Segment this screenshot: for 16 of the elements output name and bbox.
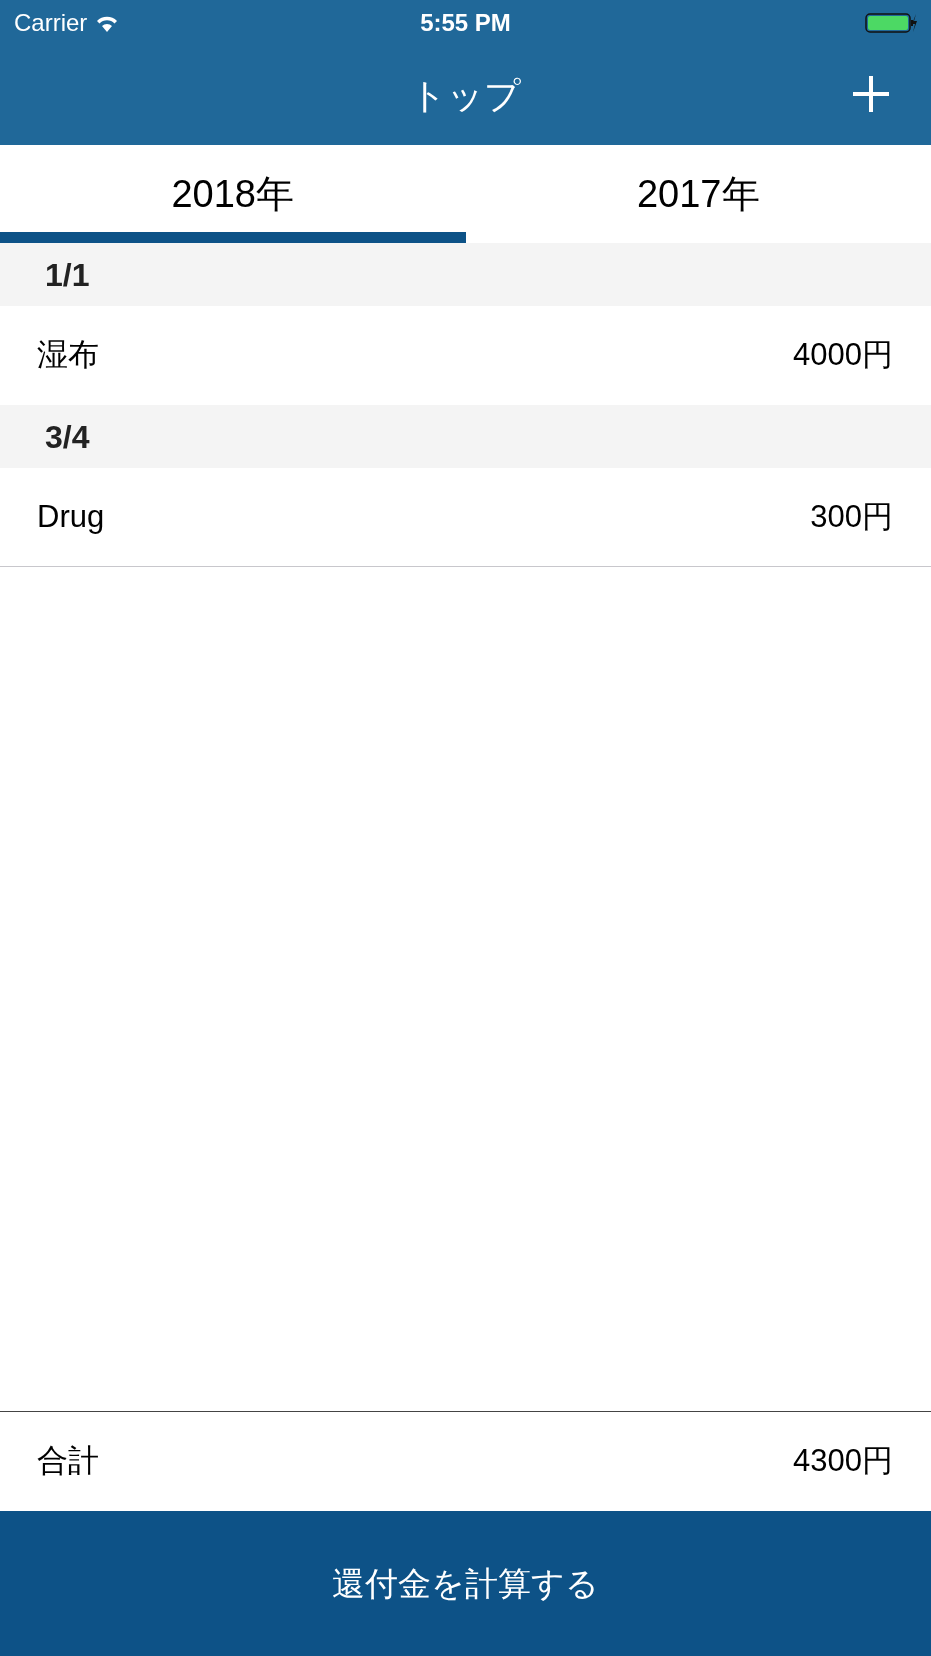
expense-amount: 4000円	[793, 336, 893, 375]
total-amount: 4300円	[793, 1442, 893, 1481]
carrier-label: Carrier	[14, 8, 88, 38]
calculate-button[interactable]: 還付金を計算する	[0, 1511, 931, 1656]
wifi-icon	[95, 14, 120, 32]
year-tab[interactable]: 2017年	[465, 145, 931, 243]
plus-icon	[851, 74, 891, 114]
battery-charging-icon	[865, 12, 917, 34]
expense-name: 湿布	[37, 336, 99, 375]
section-header: 3/4	[0, 405, 931, 468]
nav-title: トップ	[410, 73, 521, 118]
clock-time: 5:55 PM	[420, 8, 511, 38]
expense-name: Drug	[37, 497, 105, 536]
section-header: 1/1	[0, 243, 931, 306]
total-label: 合計	[37, 1442, 99, 1481]
expense-amount: 300円	[810, 497, 893, 536]
